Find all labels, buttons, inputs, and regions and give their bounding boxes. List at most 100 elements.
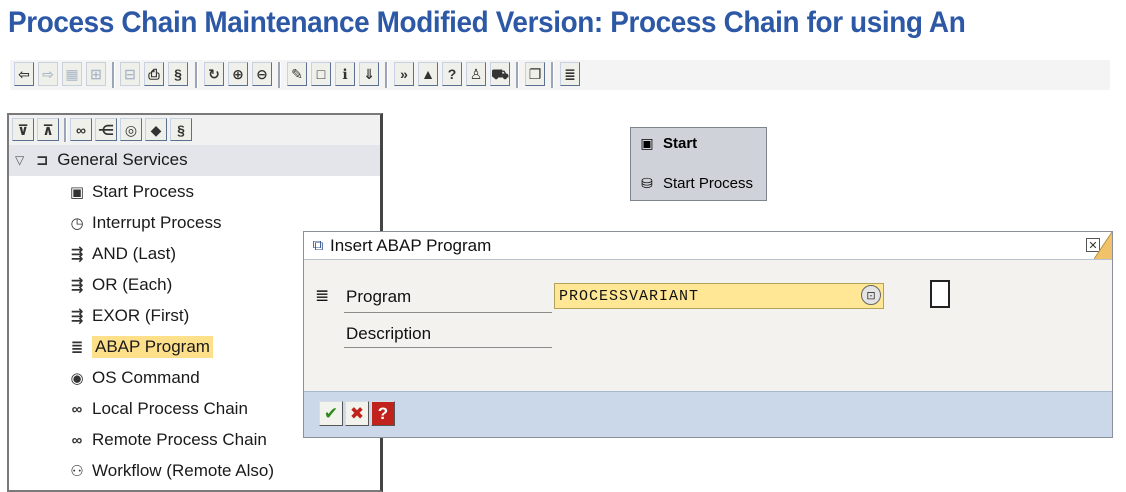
arrow-left-icon: ⇦ — [18, 66, 30, 82]
local-process-chain-icon: ∞ — [71, 400, 83, 418]
save-button[interactable]: ⎙ — [144, 62, 164, 86]
or-icon: ⇶ — [70, 277, 84, 294]
tag-icon: ◆ — [150, 121, 162, 138]
create-program-button[interactable] — [930, 280, 950, 308]
collapse-all-button[interactable]: ⊼ — [37, 118, 59, 141]
dialog-footer: ✔ ✖ ? — [304, 391, 1112, 437]
tree-item-label: OS Command — [92, 368, 200, 387]
tree-toolbar: ⊽ ⊼ ∞ ⋲ ◎ ◆ § — [9, 115, 380, 145]
grid-icon: ▦ — [65, 66, 79, 82]
program-field-icon: ≣ — [315, 286, 330, 305]
start-node[interactable]: ▣ Start ⛁ Start Process — [630, 127, 767, 201]
zoom-in-button[interactable]: ⊕ — [228, 62, 248, 86]
transport-icon: ⛟ — [491, 66, 509, 82]
check-icon: ✔ — [323, 403, 339, 423]
confirm-button[interactable]: ✔ — [319, 401, 343, 426]
tree-root-label: General Services — [57, 150, 188, 169]
tree-item-label: Start Process — [92, 182, 195, 201]
forward-button[interactable]: ⇨ — [38, 62, 58, 86]
tree-item-os-command[interactable]: ◉ OS Command — [67, 363, 200, 393]
list-button[interactable]: ≣ — [560, 62, 580, 86]
tree-item-workflow[interactable]: ⚇ Workflow (Remote Also) — [67, 456, 274, 486]
link-icon: ∞ — [76, 121, 86, 138]
zoom-out-button[interactable]: ⊖ — [252, 62, 272, 86]
scroll-button[interactable]: § — [168, 62, 188, 86]
tree-item-label: Workflow (Remote Also) — [92, 461, 275, 480]
network-folder-icon: ⊐ — [35, 152, 49, 169]
hierarchy-icon: ⊞ — [90, 66, 102, 82]
document-button[interactable]: § — [170, 118, 192, 141]
tree-item-label: OR (Each) — [92, 275, 173, 294]
link-button[interactable]: ∞ — [70, 118, 92, 141]
list-icon: ≣ — [564, 66, 576, 82]
tag-button[interactable]: ◆ — [145, 118, 167, 141]
download-icon: ⇓ — [363, 66, 375, 82]
help-button[interactable]: ? — [442, 62, 462, 86]
tree-item-label: Local Process Chain — [92, 399, 248, 418]
grid-button[interactable]: ▦ — [62, 62, 82, 86]
chart-icon: ▲ — [421, 66, 435, 82]
cancel-button[interactable]: ✖ — [345, 401, 369, 426]
info-button[interactable]: ℹ — [335, 62, 355, 86]
tree-item-label: Remote Process Chain — [92, 430, 267, 449]
tree-item-label: EXOR (First) — [92, 306, 190, 325]
tree-item-remote-process-chain[interactable]: ∞ Remote Process Chain — [67, 425, 267, 455]
activate-button[interactable]: » — [394, 62, 414, 86]
toolbar-separator — [112, 62, 115, 88]
toolbar-separator — [195, 62, 198, 88]
dialog-title: Insert ABAP Program — [330, 235, 492, 255]
table-button[interactable]: ⊟ — [120, 62, 140, 86]
and-icon: ⇶ — [70, 246, 84, 263]
user-button[interactable]: ♙ — [466, 62, 486, 86]
value-help-button[interactable]: ⊡ — [861, 285, 881, 305]
refresh-icon: ↻ — [208, 66, 220, 82]
help-icon: ? — [447, 66, 457, 82]
hierarchy-button[interactable]: ⊞ — [86, 62, 106, 86]
tree-item-label: Interrupt Process — [92, 213, 222, 232]
copy-button[interactable]: ❐ — [525, 62, 545, 86]
tree-item-start-process[interactable]: ▣ Start Process — [67, 177, 194, 207]
expand-all-button[interactable]: ⊽ — [12, 118, 34, 141]
collapse-all-icon: ⊼ — [42, 121, 54, 138]
dialog-window-icon: ⧉ — [312, 237, 324, 254]
edit-button[interactable]: ✎ — [287, 62, 307, 86]
start-icon: ▣ — [640, 134, 654, 151]
description-label: Description — [346, 324, 432, 343]
program-label-underline — [344, 312, 552, 313]
back-button[interactable]: ⇦ — [14, 62, 34, 86]
download-button[interactable]: ⇓ — [359, 62, 379, 86]
new-document-icon: □ — [316, 66, 326, 82]
value-help-icon: ⊡ — [866, 289, 876, 302]
interrupt-process-icon: ◷ — [70, 215, 84, 232]
chart-button[interactable]: ▲ — [418, 62, 438, 86]
tree-item-and[interactable]: ⇶ AND (Last) — [67, 239, 176, 269]
transport-button[interactable]: ⛟ — [490, 62, 510, 86]
tree-root-row[interactable]: ▽ ⊐ General Services — [9, 145, 380, 176]
description-label-underline — [344, 347, 552, 348]
help-icon: ? — [377, 403, 389, 423]
new-button[interactable]: □ — [311, 62, 331, 86]
toolbar-separator — [385, 62, 388, 88]
tree-button[interactable]: ⋲ — [95, 118, 117, 141]
program-input[interactable]: PROCESSVARIANT — [554, 283, 884, 309]
dialog-title-bar: ⧉ Insert ABAP Program ✕ — [304, 232, 1112, 260]
collapse-triangle-icon[interactable]: ▽ — [15, 153, 24, 167]
zoom-out-icon: ⊖ — [256, 66, 268, 82]
toolbar-separator — [551, 62, 554, 88]
tree-item-label: AND (Last) — [92, 244, 177, 263]
refresh-button[interactable]: ↻ — [204, 62, 224, 86]
target-button[interactable]: ◎ — [120, 118, 142, 141]
insert-abap-program-dialog: ⧉ Insert ABAP Program ✕ ≣ Program PROCES… — [303, 231, 1113, 438]
main-toolbar: ⇦ ⇨ ▦ ⊞ ⊟ ⎙ § ↻ ⊕ ⊖ ✎ □ ℹ ⇓ » ▲ ? ♙ ⛟ ❐ … — [10, 60, 1110, 90]
exor-icon: ⇶ — [70, 308, 84, 325]
activate-icon: » — [400, 66, 408, 82]
tree-item-or[interactable]: ⇶ OR (Each) — [67, 270, 173, 300]
help-button[interactable]: ? — [371, 401, 395, 426]
tree-item-abap-program[interactable]: ≣ ABAP Program — [67, 332, 213, 362]
tree-item-local-process-chain[interactable]: ∞ Local Process Chain — [67, 394, 248, 424]
tree-item-interrupt-process[interactable]: ◷ Interrupt Process — [67, 208, 221, 238]
tree-toolbar-separator — [64, 118, 67, 142]
tree-item-exor[interactable]: ⇶ EXOR (First) — [67, 301, 190, 331]
title-bar-corner — [1094, 232, 1112, 259]
arrow-right-icon: ⇨ — [42, 66, 54, 82]
